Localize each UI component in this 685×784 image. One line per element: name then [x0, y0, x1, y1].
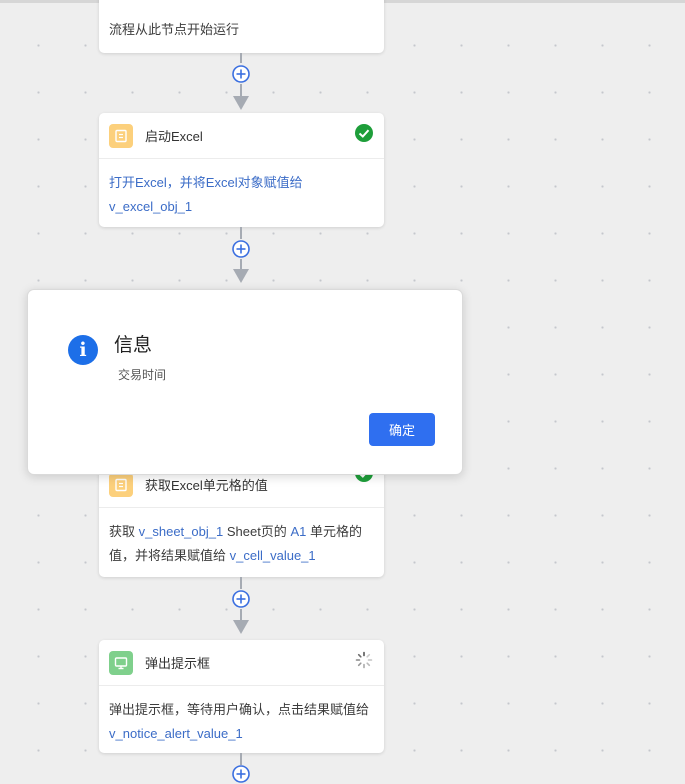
- node-description: 获取 v_sheet_obj_1 Sheet页的 A1 单元格的值，并将结果赋值…: [99, 508, 384, 580]
- add-step-icon[interactable]: [231, 64, 251, 84]
- node-description: 打开Excel，并将Excel对象赋值给 v_excel_obj_1: [99, 159, 384, 231]
- add-step-icon[interactable]: [231, 239, 251, 259]
- add-step-icon[interactable]: [231, 589, 251, 609]
- variable-link[interactable]: v_cell_value_1: [230, 548, 316, 563]
- arrow-down-icon: [233, 269, 249, 283]
- variable-link[interactable]: v_excel_obj_1: [109, 199, 192, 214]
- description-text: Sheet页的: [223, 524, 287, 539]
- description-text: 打开Excel，并将Excel对象赋值给: [109, 175, 303, 190]
- flow-connector: [230, 577, 252, 640]
- success-check-icon: [355, 124, 373, 142]
- flow-connector: [230, 53, 252, 113]
- node-title: 获取Excel单元格的值: [145, 478, 268, 493]
- description-text: 获取: [109, 524, 136, 539]
- dialog-message: 交易时间: [118, 368, 167, 382]
- dialog-title: 信息: [114, 335, 153, 356]
- monitor-icon: [109, 650, 133, 675]
- excel-file-icon: [109, 123, 133, 148]
- confirm-button[interactable]: 确定: [369, 413, 435, 446]
- add-step-icon[interactable]: [231, 764, 251, 784]
- node-title: 启动Excel: [145, 129, 203, 144]
- node-description: 流程从此节点开始运行: [109, 22, 240, 37]
- flow-connector: [230, 753, 252, 784]
- arrow-down-icon: [233, 96, 249, 110]
- flow-connector: [230, 227, 252, 287]
- start-excel-node-card[interactable]: 启动Excel 打开Excel，并将Excel对象赋值给 v_excel_obj…: [99, 113, 384, 227]
- description-text: 弹出提示框，等待用户确认，点击结果赋值给: [109, 702, 370, 717]
- info-dialog: i 信息 交易时间 确定: [27, 289, 463, 475]
- node-description: 弹出提示框，等待用户确认，点击结果赋值给 v_notice_alert_valu…: [99, 686, 384, 758]
- node-header: 启动Excel: [99, 113, 384, 159]
- alert-dialog-node-card[interactable]: 弹出提示框 弹出提示框，等待用户确认，点击结果赋值给 v_notice_aler…: [99, 640, 384, 753]
- loading-spinner-icon: [355, 651, 373, 669]
- start-node-card[interactable]: 流程从此节点开始运行: [99, 0, 384, 53]
- info-icon: i: [68, 335, 98, 365]
- excel-file-icon: [109, 472, 133, 497]
- cell-reference[interactable]: A1: [290, 524, 306, 539]
- arrow-down-icon: [233, 620, 249, 634]
- variable-link[interactable]: v_sheet_obj_1: [139, 524, 224, 539]
- variable-link[interactable]: v_notice_alert_value_1: [109, 726, 243, 741]
- node-title: 弹出提示框: [145, 656, 211, 671]
- node-header: 弹出提示框: [99, 640, 384, 686]
